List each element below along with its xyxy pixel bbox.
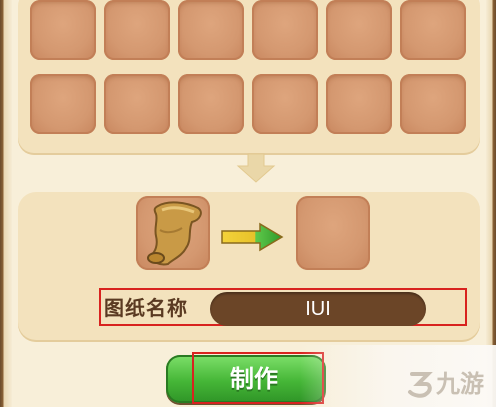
watermark-text: 九游	[436, 370, 484, 398]
material-grid-panel	[18, 0, 480, 155]
blueprint-name-label: 图纸名称	[104, 296, 188, 320]
make-button-label: 制作	[230, 365, 278, 393]
material-slot-3[interactable]	[178, 0, 244, 60]
material-slot-2[interactable]	[104, 0, 170, 60]
material-slot-6[interactable]	[400, 0, 466, 60]
material-slot-5[interactable]	[326, 0, 392, 60]
material-slot-4[interactable]	[252, 0, 318, 60]
blueprint-scroll-icon	[147, 201, 202, 266]
result-item-slot[interactable]	[296, 196, 370, 270]
material-slot-7[interactable]	[30, 74, 96, 134]
arrow-down-icon	[236, 153, 276, 183]
material-slot-9[interactable]	[178, 74, 244, 134]
jiuyou-logo-icon	[408, 372, 433, 398]
material-slot-10[interactable]	[252, 74, 318, 134]
window-frame-left	[0, 0, 12, 407]
material-slot-11[interactable]	[326, 74, 392, 134]
material-slot-12[interactable]	[400, 74, 466, 134]
material-slot-1[interactable]	[30, 0, 96, 60]
material-slot-8[interactable]	[104, 74, 170, 134]
blueprint-name-field[interactable]: IUI	[210, 292, 426, 326]
arrow-right-icon	[221, 222, 284, 252]
